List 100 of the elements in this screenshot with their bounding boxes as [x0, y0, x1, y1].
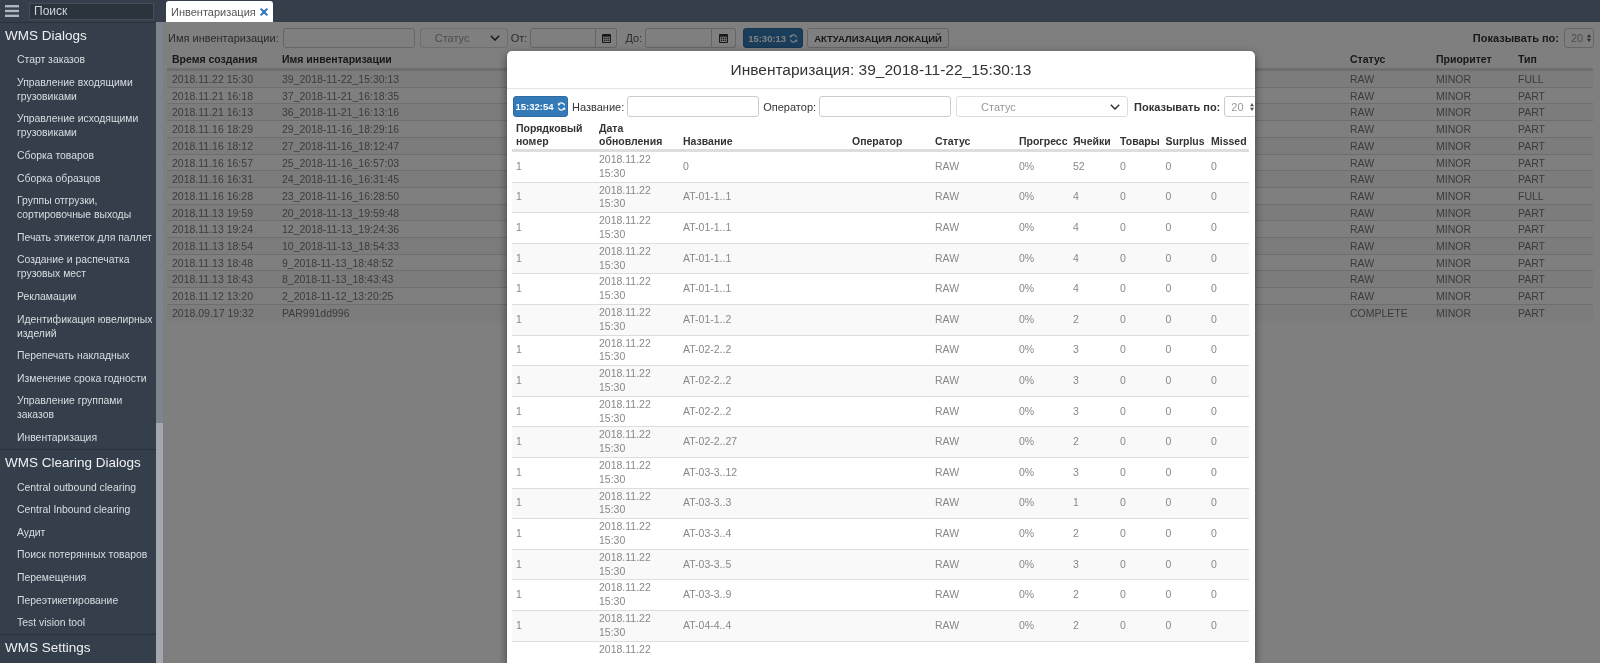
table-cell-text: 0 — [1164, 556, 1173, 572]
table-cell-text: 1 — [515, 617, 523, 633]
table-cell-text: 37_2018-11-21_16:18:35 — [281, 88, 401, 104]
table-cell-text: 25_2018-11-16_16:57:03 — [281, 155, 401, 171]
table-cell-text: PART — [1517, 105, 1547, 121]
table-cell-text: 2018.09.17 19:32 — [171, 305, 255, 321]
table-cell-text: 0 — [1210, 464, 1218, 480]
table-cell-text: 29_2018-11-16_18:29:16 — [281, 122, 401, 137]
table-cell-text: 2 — [1072, 311, 1080, 327]
table-cell-text: 0 — [1210, 220, 1218, 236]
table-cell-text: 0 — [1119, 189, 1127, 205]
table-cell-text: 2018.11.13 19:59 — [171, 205, 254, 221]
table-cell-text: 1 — [515, 189, 523, 205]
table-cell-text: 2 — [1072, 434, 1080, 450]
field-label: Название: — [572, 100, 625, 113]
table-cell-text: AT-04-4..4 — [682, 617, 733, 633]
table-cell-text: RAW — [934, 311, 961, 327]
table-cell-text: 2 — [1072, 526, 1080, 541]
table-cell-text: 3 — [1072, 342, 1080, 358]
table-cell-text: PART — [1517, 222, 1547, 238]
table-cell-text: 0 — [1119, 526, 1127, 541]
table-cell-text: 24_2018-11-16_16:31:45 — [281, 172, 401, 187]
table-cell-text: 0 — [1119, 250, 1127, 266]
table-cell-text: 0 — [1210, 281, 1218, 297]
column-header: Тип — [1517, 52, 1538, 67]
table-cell-text: RAW — [934, 403, 961, 419]
table-cell-text: AT-01-1..1 — [682, 220, 733, 236]
table-cell-text: RAW — [1349, 255, 1376, 271]
table-cell-text: 0% — [1018, 373, 1036, 389]
table-cell-text: FULL — [1517, 188, 1545, 204]
table-cell-text: 0 — [1119, 495, 1127, 511]
table-cell-text: 1 — [515, 373, 523, 389]
table-cell-text: 0 — [1164, 311, 1173, 327]
table-cell-text: 0 — [1210, 587, 1218, 603]
table-cell-text: 0 — [1164, 434, 1173, 450]
table-cell-text: 0 — [1164, 526, 1173, 541]
table-cell-text: 0 — [1119, 342, 1127, 358]
table-cell-text: RAW — [1349, 205, 1376, 221]
table-cell-text: 0 — [1164, 403, 1173, 419]
table-cell-text: PAR991dd996 — [281, 305, 351, 321]
table-cell-text: AT-03-3..9 — [682, 587, 733, 603]
table-cell-text: 0 — [1164, 281, 1173, 297]
table-cell-text: MINOR — [1435, 172, 1472, 187]
table-cell-text: 0 — [1210, 434, 1218, 450]
table-cell-text: 52 — [1072, 158, 1086, 174]
table-cell-text: 0 — [1210, 617, 1218, 633]
table-cell-text: PART — [1517, 289, 1547, 304]
table-cell-text: RAW — [934, 464, 961, 480]
table-cell-text: 0% — [1018, 189, 1036, 205]
table-cell-text: 0 — [1119, 220, 1127, 236]
table-cell-text: MINOR — [1435, 72, 1472, 87]
table-cell-text: 1 — [515, 587, 523, 603]
table-cell-text: 2018.11.16 16:57 — [171, 155, 254, 171]
table-cell-text: 1 — [515, 556, 523, 572]
table-cell-text: AT-02-2..2 — [682, 342, 733, 358]
table-cell-text: RAW — [1349, 222, 1376, 238]
table-cell-text: 1 — [515, 281, 523, 297]
table-cell-text: 2018.11.21 16:13 — [171, 105, 254, 121]
table-cell-text: 12_2018-11-13_19:24:36 — [281, 222, 401, 238]
field-label: От: — [510, 32, 528, 44]
table-cell-text: PART — [1517, 255, 1547, 271]
table-cell-text: RAW — [934, 189, 961, 205]
table-cell-text: 1 — [515, 464, 523, 480]
table-cell-text: RAW — [934, 434, 961, 450]
table-cell-text: AT-02-2..2 — [682, 373, 733, 389]
table-cell-text: 36_2018-11-21_16:13:16 — [281, 105, 401, 121]
table-cell-text: MINOR — [1435, 205, 1472, 221]
field-label: Имя инвентаризации: — [168, 32, 279, 44]
column-header: Surplus — [1164, 135, 1206, 149]
table-cell-text: RAW — [1349, 122, 1376, 137]
table-cell-text: PART — [1517, 239, 1547, 254]
table-cell-text: AT-01-1..1 — [682, 250, 733, 266]
table-cell-text: 1 — [515, 342, 523, 358]
table-cell-text: PART — [1517, 172, 1547, 187]
table-cell-text: 0 — [1164, 158, 1173, 174]
column-header: Статус — [1349, 52, 1387, 67]
table-cell-text: 9_2018-11-13_18:48:52 — [281, 255, 395, 271]
table-cell-text: 0 — [1164, 373, 1173, 389]
table-cell-text: 0% — [1018, 403, 1036, 419]
table-cell-text: 10_2018-11-13_18:54:33 — [281, 239, 401, 254]
table-cell-text: 0 — [1119, 617, 1127, 633]
table-cell-text: 0% — [1018, 434, 1036, 450]
table-cell-text: RAW — [934, 526, 961, 541]
table-cell-text: 39_2018-11-22_15:30:13 — [281, 72, 401, 87]
table-cell-text: 2018.11.22 15:30 — [598, 274, 652, 304]
table-cell-text: 1 — [515, 495, 523, 511]
table-cell-text: 3 — [1072, 403, 1080, 419]
table-cell-text: RAW — [1349, 105, 1376, 121]
table-cell-text: 0 — [1164, 587, 1173, 603]
table-cell-text: PART — [1517, 88, 1547, 104]
table-cell-text: 2018.11.22 15:30 — [598, 396, 652, 426]
table-cell-text: 0 — [1210, 556, 1218, 572]
table-cell-text: 2018.11.12 13:20 — [171, 289, 254, 304]
table-cell-text: AT-02-2..27 — [682, 434, 739, 450]
table-cell-text: 0% — [1018, 556, 1036, 572]
table-cell-text: RAW — [934, 158, 961, 174]
table-cell-text: 0 — [1119, 373, 1127, 389]
table-cell-text: 0% — [1018, 342, 1036, 358]
table-cell-text: 0 — [1210, 189, 1218, 205]
table-cell-text: COMPLETE — [1349, 305, 1409, 321]
